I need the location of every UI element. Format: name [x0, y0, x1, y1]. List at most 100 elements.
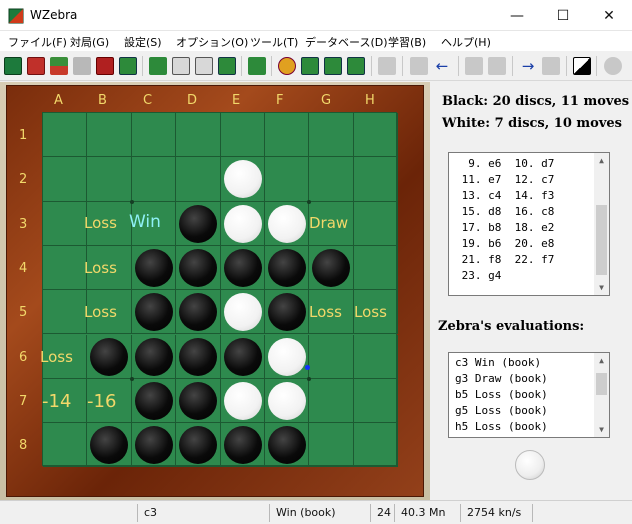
menu-help[interactable]: ヘルプ(H) [441, 34, 491, 50]
black-disc [134, 426, 173, 465]
board-cell[interactable] [353, 157, 399, 202]
forward-arrow-icon[interactable]: → [519, 57, 537, 75]
board-cell[interactable] [309, 157, 354, 202]
menu-settings[interactable]: 設定(S) [124, 34, 162, 50]
board-cell[interactable] [43, 423, 88, 468]
board-cell[interactable] [309, 378, 354, 424]
sleep-icon[interactable] [218, 57, 236, 75]
board-cell[interactable] [176, 157, 221, 202]
eval-g5[interactable]: Loss [309, 303, 342, 321]
disc-icon[interactable] [604, 57, 622, 75]
list-item[interactable]: 19. b6 20. e8 [449, 236, 609, 252]
list-item[interactable]: h5 Loss (book) [449, 419, 609, 435]
board-cell[interactable] [309, 334, 354, 379]
move-list-scrollbar[interactable]: ▲ ▼ [594, 153, 609, 295]
color-switch-icon[interactable] [573, 57, 591, 75]
eval-a6[interactable]: Loss [40, 348, 73, 366]
book-icon[interactable] [27, 57, 45, 75]
first-move-icon[interactable] [410, 57, 428, 75]
list-item[interactable]: 13. c4 14. f3 [449, 188, 609, 204]
eval-b7[interactable]: -16 [87, 391, 116, 412]
move-list[interactable]: 9. e6 10. d7 11. e7 12. c7 13. c4 14. f3… [448, 152, 610, 296]
evaluation-list-scrollbar[interactable]: ▲ ▼ [594, 353, 609, 437]
player-black-icon[interactable] [172, 57, 190, 75]
rotate-icon[interactable] [324, 57, 342, 75]
scroll-up-icon[interactable]: ▲ [594, 353, 609, 368]
board-cell[interactable] [131, 113, 177, 158]
refresh-icon[interactable] [347, 57, 365, 75]
board-cell[interactable] [43, 157, 88, 202]
list-item[interactable]: 11. e7 12. c7 [449, 172, 609, 188]
new-game-icon[interactable] [4, 57, 22, 75]
eval-h5[interactable]: Loss [354, 303, 387, 321]
stack-icon[interactable] [50, 57, 68, 75]
list-item[interactable]: 23. g4 [449, 268, 609, 284]
last-move-icon[interactable] [542, 57, 560, 75]
board-cell[interactable] [353, 245, 399, 291]
menu-file[interactable]: ファイル(F) [8, 34, 67, 50]
maximize-button[interactable]: ☐ [540, 0, 586, 31]
board-cell[interactable] [131, 157, 177, 202]
menu-database[interactable]: データベース(D) [305, 34, 388, 50]
board-cell[interactable] [265, 157, 310, 202]
board-cell[interactable] [43, 201, 88, 246]
minimize-button[interactable]: — [494, 0, 540, 31]
board-cell[interactable] [220, 113, 265, 158]
scroll-down-icon[interactable]: ▼ [594, 280, 609, 295]
column-label: G [321, 93, 332, 108]
player-white-icon[interactable] [195, 57, 213, 75]
scroll-thumb[interactable] [596, 205, 607, 275]
edit-icon[interactable] [378, 57, 396, 75]
list-item[interactable]: 9. e6 10. d7 [449, 156, 609, 172]
board-cell[interactable] [353, 334, 399, 379]
board-cell[interactable] [43, 113, 88, 158]
board-cell[interactable] [87, 113, 132, 158]
eval-b4[interactable]: Loss [84, 259, 117, 277]
open-folder-icon[interactable] [119, 57, 137, 75]
list-item[interactable]: 21. f8 22. f7 [449, 252, 609, 268]
down-arrow-icon[interactable] [465, 57, 483, 75]
print-icon[interactable] [73, 57, 91, 75]
board-cell[interactable] [353, 378, 399, 424]
menu-game[interactable]: 対局(G) [70, 34, 109, 50]
eval-g3[interactable]: Draw [309, 214, 348, 232]
menu-options[interactable]: オプション(O) [176, 34, 248, 50]
board-cell[interactable] [87, 157, 132, 202]
board-cell[interactable] [309, 113, 354, 158]
board-cell[interactable] [43, 245, 88, 291]
eval-a7[interactable]: -14 [42, 391, 71, 412]
black-disc [134, 293, 173, 332]
eval-c3[interactable]: Win [129, 212, 161, 232]
board-cell[interactable] [353, 201, 399, 246]
eval-b3[interactable]: Loss [84, 214, 117, 232]
status-result: Win (book) [269, 504, 370, 522]
close-button[interactable]: ✕ [586, 0, 632, 31]
board-grid[interactable] [42, 112, 399, 468]
eval-b5[interactable]: Loss [84, 303, 117, 321]
board-cell[interactable] [176, 113, 221, 158]
hint-icon[interactable] [488, 57, 506, 75]
board-cell[interactable] [265, 113, 310, 158]
list-item[interactable]: 17. b8 18. e2 [449, 220, 609, 236]
list-item[interactable]: 15. d8 16. c8 [449, 204, 609, 220]
board-cell[interactable] [43, 290, 88, 335]
save-icon[interactable] [96, 57, 114, 75]
list-item[interactable]: g5 Loss (book) [449, 403, 609, 419]
back-arrow-icon[interactable]: ← [433, 57, 451, 75]
download-icon[interactable] [248, 57, 266, 75]
board-cell[interactable] [309, 423, 354, 468]
board-cell[interactable] [353, 113, 399, 158]
menu-tools[interactable]: ツール(T) [250, 34, 298, 50]
board-icon[interactable] [301, 57, 319, 75]
evaluation-list[interactable]: c3 Win (book) g3 Draw (book) b5 Loss (bo… [448, 352, 610, 438]
scroll-thumb[interactable] [596, 373, 607, 395]
list-item[interactable]: c3 Win (book) [449, 355, 609, 371]
scroll-up-icon[interactable]: ▲ [594, 153, 609, 168]
list-item[interactable]: g3 Draw (book) [449, 371, 609, 387]
board-cell[interactable] [353, 423, 399, 468]
menu-learn[interactable]: 学習(B) [388, 34, 426, 50]
swap-icon[interactable] [149, 57, 167, 75]
stop-icon[interactable] [278, 57, 296, 75]
scroll-down-icon[interactable]: ▼ [594, 422, 609, 437]
list-item[interactable]: b5 Loss (book) [449, 387, 609, 403]
